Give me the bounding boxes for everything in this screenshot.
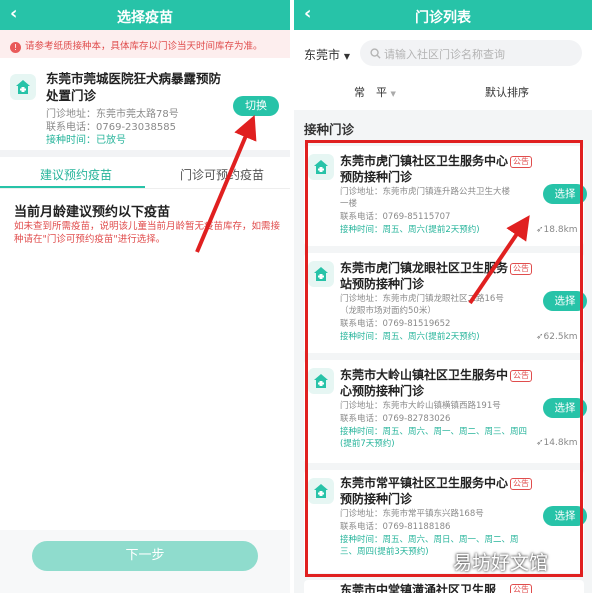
annotation-arrow: [195, 114, 257, 253]
annotation-arrow: [468, 215, 530, 305]
watermark: 易坊好文馆: [453, 552, 549, 574]
annotation-arrows: [195, 114, 530, 305]
